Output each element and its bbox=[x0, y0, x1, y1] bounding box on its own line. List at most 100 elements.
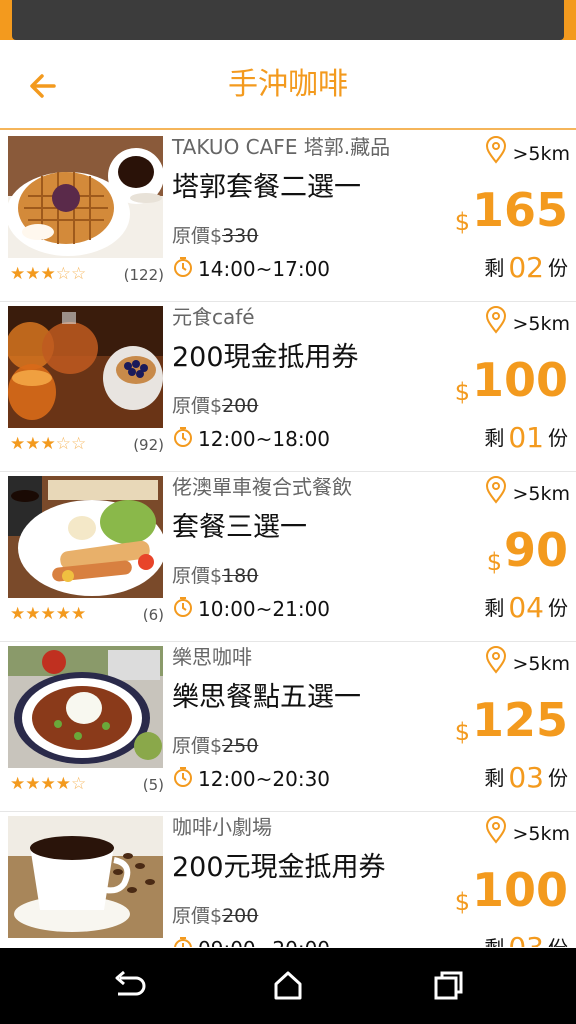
remain-qty: 03 bbox=[508, 761, 544, 794]
deal-item[interactable]: ★★★☆☆ (122) TAKUO CAFE 塔郭.藏品 塔郭套餐二選一 原價$… bbox=[0, 132, 576, 302]
nav-back-button[interactable] bbox=[108, 968, 148, 1004]
original-price: 原價$330 bbox=[172, 222, 258, 250]
nav-home-button[interactable] bbox=[268, 968, 308, 1004]
deal-image-tea-tart bbox=[8, 306, 163, 428]
currency-symbol: $ bbox=[454, 888, 470, 916]
rating-stars: ★★★★☆ bbox=[10, 944, 86, 947]
nav-home-icon bbox=[274, 971, 302, 1000]
star-filled-icon: ★ bbox=[40, 264, 56, 284]
star-empty-icon: ☆ bbox=[71, 434, 87, 454]
time-text: 09:00~20:00 bbox=[198, 937, 330, 947]
deal-image-breakfast bbox=[8, 476, 163, 598]
remain-suffix: 份 bbox=[548, 596, 568, 620]
distance-text: >5km bbox=[512, 653, 570, 675]
rating-stars: ★★★★☆ bbox=[10, 774, 86, 796]
deal-item[interactable]: ★★★★☆ (5) 樂思咖啡 樂思餐點五選一 原價$250 12:00~20:3… bbox=[0, 642, 576, 812]
star-filled-icon: ★ bbox=[25, 434, 41, 454]
nav-recents-button[interactable] bbox=[428, 968, 468, 1004]
star-filled-icon: ★ bbox=[10, 774, 26, 794]
shop-name: TAKUO CAFE 塔郭.藏品 bbox=[172, 135, 391, 159]
distance-text: >5km bbox=[512, 823, 570, 845]
star-filled-icon: ★ bbox=[55, 604, 71, 624]
rating-stars: ★★★☆☆ bbox=[10, 434, 86, 456]
currency-symbol: $ bbox=[486, 548, 502, 576]
rating-stars: ★★★★★ bbox=[10, 604, 86, 626]
star-filled-icon: ★ bbox=[10, 944, 25, 947]
price-value: 100 bbox=[471, 863, 568, 917]
original-price: 原價$250 bbox=[172, 732, 258, 760]
star-filled-icon: ★ bbox=[10, 264, 26, 284]
star-empty-icon: ☆ bbox=[71, 264, 87, 284]
remain-prefix: 剩 bbox=[484, 596, 505, 620]
original-price-value: 200 bbox=[222, 395, 259, 417]
time-range: 10:00~21:00 bbox=[172, 594, 330, 624]
star-filled-icon: ★ bbox=[40, 434, 56, 454]
star-filled-icon: ★ bbox=[40, 774, 56, 794]
remain-prefix: 剩 bbox=[484, 936, 504, 947]
original-price: 原價$200 bbox=[172, 392, 258, 420]
currency-symbol: $ bbox=[454, 378, 470, 406]
deal-item[interactable]: ★★★☆☆ (92) 元食café 200現金抵用券 原價$200 12:00~… bbox=[0, 302, 576, 472]
time-text: 12:00~18:00 bbox=[198, 427, 331, 451]
remain-prefix: 剩 bbox=[484, 426, 505, 450]
location-pin-icon bbox=[484, 306, 508, 343]
rating-stars: ★★★☆☆ bbox=[10, 264, 86, 286]
distance: >5km bbox=[484, 476, 570, 506]
time-range: 09:00~20:00 bbox=[172, 934, 330, 947]
review-count: (92) bbox=[133, 436, 164, 454]
time-range: 12:00~20:30 bbox=[172, 764, 330, 794]
remain-suffix: 份 bbox=[548, 426, 568, 450]
status-bar-panel bbox=[12, 0, 564, 40]
location-pin-icon bbox=[484, 136, 508, 173]
deal-price: $100 bbox=[455, 350, 568, 410]
deal-price: $165 bbox=[455, 180, 568, 240]
distance-text: >5km bbox=[512, 313, 570, 335]
star-filled-icon: ★ bbox=[56, 944, 71, 947]
star-empty-icon: ☆ bbox=[55, 434, 71, 454]
remain-suffix: 份 bbox=[548, 256, 568, 280]
original-price-value: 200 bbox=[222, 905, 259, 927]
deal-image-waffle bbox=[8, 136, 163, 258]
price-value: 90 bbox=[503, 523, 568, 577]
shop-name: 咖啡小劇場 bbox=[172, 815, 272, 839]
distance-text: >5km bbox=[512, 483, 570, 505]
back-button[interactable] bbox=[22, 64, 66, 108]
clock-icon bbox=[172, 596, 194, 626]
deal-title: 套餐三選一 bbox=[172, 512, 307, 543]
review-count: (122) bbox=[123, 266, 164, 284]
remaining-count: 剩 04 份 bbox=[484, 590, 568, 626]
distance: >5km bbox=[484, 136, 570, 166]
remain-qty: 02 bbox=[508, 251, 544, 284]
deal-item[interactable]: ★★★★★ (6) 佬澳單車複合式餐飲 套餐三選一 原價$180 10:00~2… bbox=[0, 472, 576, 642]
star-filled-icon: ★ bbox=[40, 604, 56, 624]
time-text: 14:00~17:00 bbox=[198, 257, 331, 281]
remain-prefix: 剩 bbox=[484, 766, 505, 790]
shop-name: 元食café bbox=[172, 305, 255, 329]
distance: >5km bbox=[484, 816, 570, 846]
original-price: 原價$200 bbox=[172, 902, 258, 930]
deal-title: 200現金抵用券 bbox=[172, 342, 359, 373]
original-price-label: 原價$ bbox=[172, 395, 223, 417]
original-price-label: 原價$ bbox=[172, 735, 223, 757]
deal-price: $100 bbox=[455, 860, 568, 920]
remaining-count: 剩 03 份 bbox=[484, 930, 568, 947]
time-range: 14:00~17:00 bbox=[172, 254, 330, 284]
deal-title: 樂思餐點五選一 bbox=[172, 682, 361, 713]
star-filled-icon: ★ bbox=[25, 264, 41, 284]
original-price: 原價$180 bbox=[172, 562, 258, 590]
location-pin-icon bbox=[484, 646, 508, 683]
star-filled-icon: ★ bbox=[41, 944, 56, 947]
remaining-count: 剩 02 份 bbox=[484, 250, 568, 286]
deal-list: ★★★☆☆ (122) TAKUO CAFE 塔郭.藏品 塔郭套餐二選一 原價$… bbox=[0, 132, 576, 947]
price-value: 165 bbox=[471, 183, 568, 237]
star-filled-icon: ★ bbox=[10, 604, 26, 624]
star-filled-icon: ★ bbox=[25, 774, 41, 794]
star-filled-icon: ★ bbox=[71, 604, 87, 624]
app-screen: 手沖咖啡 ★★★☆☆ (122) TAKUO CAFE 塔郭.藏品 塔郭套餐二選… bbox=[0, 0, 576, 1024]
location-pin-icon bbox=[484, 476, 508, 513]
star-filled-icon: ★ bbox=[25, 604, 41, 624]
original-price-value: 180 bbox=[222, 565, 259, 587]
price-value: 125 bbox=[471, 693, 568, 747]
deal-item[interactable]: ★★★★☆ 咖啡小劇場 200元現金抵用券 原價$200 09:00~20:00… bbox=[0, 812, 576, 947]
shop-name: 樂思咖啡 bbox=[172, 645, 252, 669]
